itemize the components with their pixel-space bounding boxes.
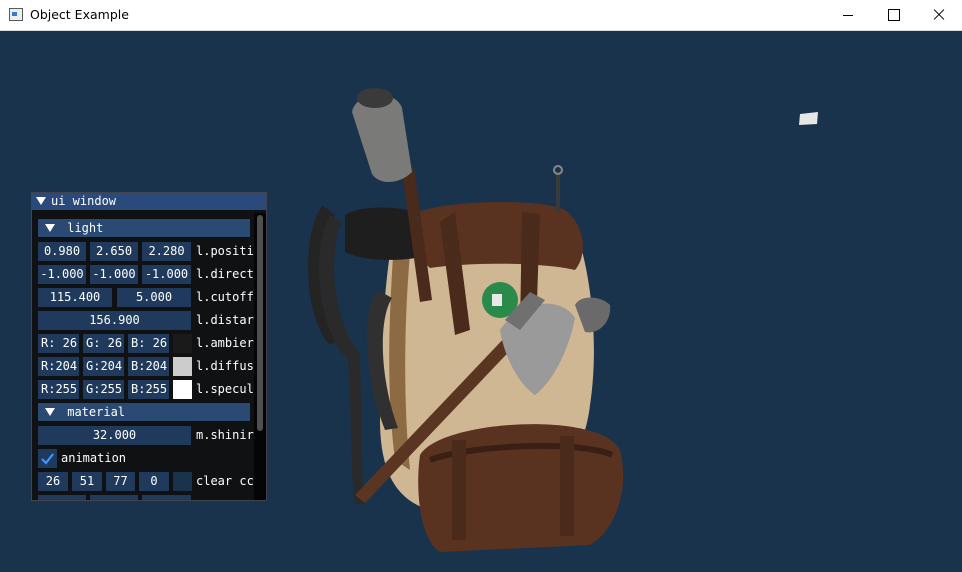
light-ambient-swatch[interactable] <box>173 334 192 353</box>
clear-color-r[interactable]: 26 <box>38 472 68 491</box>
material-section-header[interactable]: material <box>38 403 250 421</box>
light-ambient-label: l.ambier <box>196 336 254 350</box>
minimize-icon <box>843 15 853 16</box>
light-specular-g[interactable]: G:255 <box>83 380 124 399</box>
clear-color-swatch[interactable] <box>173 472 192 491</box>
window-title: Object Example <box>30 7 129 22</box>
imgui-scrollbar[interactable] <box>254 213 266 500</box>
light-position-y[interactable]: 2.650 <box>90 242 138 261</box>
light-specular-swatch[interactable] <box>173 380 192 399</box>
light-specular-r[interactable]: R:255 <box>38 380 79 399</box>
light-diffuse-swatch[interactable] <box>173 357 192 376</box>
imgui-window-title: ui window <box>51 194 117 208</box>
light-cube <box>799 112 818 125</box>
light-cutoff-label: l.cutoff <box>196 290 254 304</box>
title-bar: Object Example <box>0 0 962 31</box>
light-ambient-r[interactable]: R: 26 <box>38 334 79 353</box>
light-position-label: l.positi <box>196 244 254 258</box>
clear-color-g[interactable]: 51 <box>72 472 102 491</box>
collapse-arrow-icon[interactable] <box>36 197 46 205</box>
material-shininess-slider[interactable]: 32.000 <box>38 426 191 445</box>
light-diffuse-g[interactable]: G:204 <box>83 357 124 376</box>
expand-arrow-icon <box>45 408 55 416</box>
clear-color-b[interactable]: 77 <box>106 472 135 491</box>
close-button[interactable] <box>916 0 962 30</box>
animation-checkbox[interactable] <box>38 449 57 468</box>
expand-arrow-icon <box>45 224 55 232</box>
light-direction-label: l.direct <box>196 267 254 281</box>
light-direction-x[interactable]: -1.000 <box>38 265 86 284</box>
checkmark-icon <box>41 453 54 465</box>
light-specular-label: l.specul <box>196 382 254 396</box>
minimize-button[interactable] <box>824 0 870 30</box>
light-diffuse-r[interactable]: R:204 <box>38 357 79 376</box>
light-direction-z[interactable]: -1.000 <box>142 265 191 284</box>
clear-color-a[interactable]: 0 <box>139 472 169 491</box>
light-distance-slider[interactable]: 156.900 <box>38 311 191 330</box>
light-cutoff-outer[interactable]: 5.000 <box>117 288 191 307</box>
app-icon <box>9 8 23 21</box>
material-shininess-label: m.shinir <box>196 428 254 442</box>
light-position-x[interactable]: 0.980 <box>38 242 86 261</box>
light-section-header[interactable]: light <box>38 219 250 237</box>
light-specular-b[interactable]: B:255 <box>128 380 169 399</box>
light-cutoff-inner[interactable]: 115.400 <box>38 288 112 307</box>
imgui-scrollbar-thumb[interactable] <box>257 215 263 431</box>
clear-color-label: clear cc <box>196 474 254 488</box>
light-diffuse-label: l.diffus <box>196 359 254 373</box>
light-ambient-b[interactable]: B: 26 <box>128 334 169 353</box>
imgui-window[interactable]: ui window light 0.980 2.650 2.280 l.posi… <box>31 192 267 501</box>
light-direction-y[interactable]: -1.000 <box>90 265 138 284</box>
maximize-icon <box>888 9 900 21</box>
render-viewport[interactable]: ui window light 0.980 2.650 2.280 l.posi… <box>0 31 962 572</box>
light-header-label: light <box>67 221 104 235</box>
material-header-label: material <box>67 405 126 419</box>
animation-label: animation <box>61 451 127 465</box>
light-position-z[interactable]: 2.280 <box>142 242 191 261</box>
imgui-title-bar[interactable]: ui window <box>32 193 266 210</box>
light-ambient-g[interactable]: G: 26 <box>83 334 124 353</box>
maximize-button[interactable] <box>870 0 916 30</box>
light-diffuse-b[interactable]: B:204 <box>128 357 169 376</box>
light-distance-label: l.distar <box>196 313 254 327</box>
